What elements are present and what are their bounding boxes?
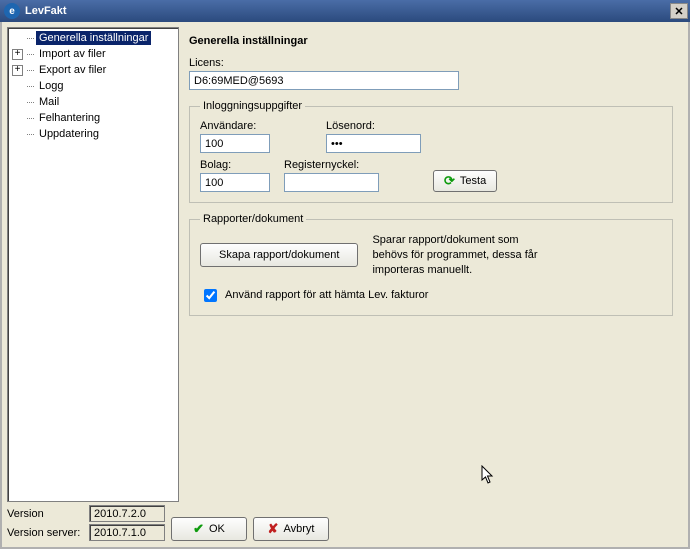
content-pane: Generella inställningar Licens: Inloggni… [179,27,683,502]
footer-bar: Version 2010.7.2.0 Version server: 2010.… [7,505,680,541]
close-icon: ✕ [674,5,683,18]
tree-item-logg[interactable]: Logg [10,78,176,94]
tree-item-felhantering[interactable]: Felhantering [10,110,176,126]
testa-label: Testa [460,175,486,187]
tree-label: Logg [36,79,66,93]
inloggning-group: Inloggningsuppgifter Användare: Lösenord… [189,100,673,203]
bolag-label: Bolag: [200,159,270,171]
anvand-rapport-label: Använd rapport för att hämta Lev. faktur… [225,289,428,301]
rapporter-help: Sparar rapport/dokument som behövs för p… [372,233,552,278]
tree-connector [27,38,34,39]
mouse-cursor [481,465,495,490]
anvandare-input[interactable] [200,134,270,153]
bolag-input[interactable] [200,173,270,192]
tree-item-generella[interactable]: Generella inställningar [10,30,176,46]
tree-item-mail[interactable]: Mail [10,94,176,110]
tree-item-import[interactable]: + Import av filer [10,46,176,62]
expand-icon[interactable]: + [12,65,23,76]
tree-connector [27,70,34,71]
tree-label: Felhantering [36,111,103,125]
tree-label: Export av filer [36,63,109,77]
rapporter-group: Rapporter/dokument Skapa rapport/dokumen… [189,213,673,316]
rapporter-legend: Rapporter/dokument [200,213,306,225]
tree-label: Generella inställningar [36,31,151,45]
reload-icon: ⟳ [444,173,455,189]
ok-button[interactable]: ✔ OK [171,517,247,541]
expand-icon[interactable]: + [12,49,23,60]
anvandare-label: Användare: [200,120,270,132]
tree-connector [27,86,34,87]
licens-label: Licens: [189,57,673,69]
tree-connector [27,134,34,135]
licens-input[interactable] [189,71,459,90]
main-split: Generella inställningar + Import av file… [2,22,688,502]
tree-connector [27,118,34,119]
tree-connector [27,54,34,55]
registernyckel-input[interactable] [284,173,379,192]
version-value: 2010.7.2.0 [89,505,165,522]
client-area: Generella inställningar + Import av file… [0,22,690,549]
nav-tree[interactable]: Generella inställningar + Import av file… [7,27,179,502]
version-server-label: Version server: [7,527,83,539]
skapa-rapport-button[interactable]: Skapa rapport/dokument [200,243,358,267]
losenord-label: Lösenord: [326,120,421,132]
tree-label: Uppdatering [36,127,102,141]
skapa-label: Skapa rapport/dokument [219,249,339,261]
anvand-rapport-checkbox[interactable] [204,289,217,302]
cancel-label: Avbryt [283,523,314,535]
tree-label: Mail [36,95,62,109]
version-server-value: 2010.7.1.0 [89,524,165,541]
page-title: Generella inställningar [189,35,673,47]
close-button[interactable]: ✕ [670,3,688,19]
window-title: LevFakt [25,5,670,17]
version-block: Version 2010.7.2.0 Version server: 2010.… [7,505,165,541]
losenord-input[interactable] [326,134,421,153]
check-icon: ✔ [193,521,204,537]
x-icon: ✘ [268,521,279,537]
tree-connector [27,102,34,103]
tree-item-export[interactable]: + Export av filer [10,62,176,78]
registernyckel-label: Registernyckel: [284,159,379,171]
inloggning-legend: Inloggningsuppgifter [200,100,305,112]
titlebar: e LevFakt ✕ [0,0,690,22]
tree-item-uppdatering[interactable]: Uppdatering [10,126,176,142]
app-icon: e [4,3,20,19]
tree-label: Import av filer [36,47,109,61]
ok-label: OK [209,523,225,535]
testa-button[interactable]: ⟳ Testa [433,170,497,192]
cancel-button[interactable]: ✘ Avbryt [253,517,329,541]
version-label: Version [7,508,83,520]
